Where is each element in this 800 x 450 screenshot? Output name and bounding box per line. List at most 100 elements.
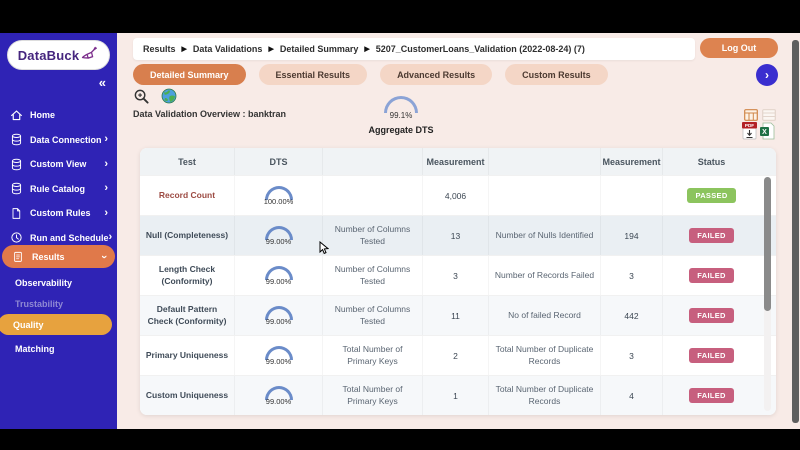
sidebar-subitem-label: Quality bbox=[13, 319, 44, 330]
sidebar-item-custom-rules[interactable]: Custom Rules › bbox=[0, 201, 117, 226]
sidebar-item-results[interactable]: Results › bbox=[2, 245, 115, 268]
dts-gauge: 99.00% bbox=[235, 376, 323, 415]
measurement-2-value: 4 bbox=[601, 376, 663, 415]
globe-icon[interactable] bbox=[161, 88, 177, 109]
table-row-length-check[interactable]: Length Check (Conformity) 99.00% Number … bbox=[140, 255, 776, 295]
clock-icon bbox=[9, 231, 23, 245]
logout-button[interactable]: Log Out bbox=[700, 38, 778, 58]
page-scrollbar-thumb[interactable] bbox=[792, 40, 799, 423]
measurement-2-label: Number of Records Failed bbox=[489, 256, 601, 295]
measurement-2-label: No of failed Record bbox=[489, 296, 601, 335]
sidebar-subitem-matching[interactable]: Matching bbox=[0, 340, 117, 358]
status-badge: FAILED bbox=[689, 308, 734, 323]
svg-text:PDF: PDF bbox=[745, 123, 754, 128]
file-icon bbox=[9, 206, 23, 220]
tab-advanced-results[interactable]: Advanced Results bbox=[380, 64, 493, 85]
database-icon bbox=[9, 157, 23, 171]
pdf-export-icon[interactable]: PDF bbox=[742, 122, 757, 145]
column-header-measurement-1: Measurement bbox=[423, 148, 489, 175]
sidebar-item-label: Data Connection bbox=[30, 134, 102, 145]
svg-text:X: X bbox=[762, 129, 767, 136]
dts-value: 99.00% bbox=[265, 236, 292, 246]
tab-detailed-summary[interactable]: Detailed Summary bbox=[133, 64, 246, 85]
clipboard-icon bbox=[11, 250, 25, 264]
tab-custom-results[interactable]: Custom Results bbox=[505, 64, 608, 85]
table-row-default-pattern-check[interactable]: Default Pattern Check (Conformity) 99.00… bbox=[140, 295, 776, 335]
table-header-row: Test DTS Measurement Measurement Status bbox=[140, 148, 776, 175]
sidebar-subitem-observability[interactable]: Observability bbox=[0, 274, 117, 292]
tab-essential-results[interactable]: Essential Results bbox=[258, 64, 368, 85]
sidebar-item-custom-view[interactable]: Custom View › bbox=[0, 152, 117, 177]
measurement-1-value: 13 bbox=[423, 216, 489, 255]
databuck-app: DataBuck « Home Data Connection › Custom… bbox=[0, 33, 800, 429]
results-table-card: Test DTS Measurement Measurement Status … bbox=[140, 148, 776, 415]
overview-label: Data Validation Overview : banktran bbox=[133, 109, 287, 119]
sidebar-subitem-quality[interactable]: Quality bbox=[0, 314, 112, 335]
table-row-null-completeness[interactable]: Null (Completeness) 99.00% Number of Col… bbox=[140, 215, 776, 255]
dts-value: 99.00% bbox=[265, 396, 292, 406]
sidebar-item-label: Rule Catalog bbox=[30, 183, 86, 194]
test-name: Custom Uniqueness bbox=[140, 376, 235, 415]
measurement-1-value: 4,006 bbox=[423, 176, 489, 215]
table-row-custom-uniqueness[interactable]: Custom Uniqueness 99.00% Total Number of… bbox=[140, 375, 776, 415]
test-name: Default Pattern Check (Conformity) bbox=[140, 296, 235, 335]
sidebar-item-label: Results bbox=[32, 251, 65, 262]
dts-gauge: 99.00% bbox=[235, 256, 323, 295]
status-badge: FAILED bbox=[689, 268, 734, 283]
test-name: Length Check (Conformity) bbox=[140, 256, 235, 295]
table-row-record-count[interactable]: Record Count 100.00% 4,006 PASSED bbox=[140, 175, 776, 215]
database-icon bbox=[9, 182, 23, 196]
breadcrumb-item[interactable]: Results bbox=[143, 44, 176, 54]
measurement-1-value: 3 bbox=[423, 256, 489, 295]
dts-value: 99.00% bbox=[265, 356, 292, 366]
measurement-2-label: Total Number of Duplicate Records bbox=[489, 336, 601, 375]
measurement-1-label bbox=[323, 176, 423, 215]
test-name: Record Count bbox=[140, 176, 235, 215]
test-name: Primary Uniqueness bbox=[140, 336, 235, 375]
page-scrollbar-track[interactable] bbox=[792, 33, 799, 429]
table-scrollbar-thumb[interactable] bbox=[764, 177, 771, 311]
next-page-button[interactable]: › bbox=[756, 64, 778, 86]
dts-gauge: 99.00% bbox=[235, 296, 323, 335]
database-icon bbox=[9, 133, 23, 147]
sidebar-item-label: Custom Rules bbox=[30, 208, 91, 219]
measurement-1-value: 1 bbox=[423, 376, 489, 415]
measurement-2-value: 3 bbox=[601, 256, 663, 295]
status-badge: FAILED bbox=[689, 228, 734, 243]
sidebar-item-label: Run and Schedule bbox=[30, 232, 109, 243]
home-icon bbox=[9, 108, 23, 122]
measurement-1-label: Number of Columns Tested bbox=[323, 216, 423, 255]
sidebar-subitem-label: Trustability bbox=[15, 299, 64, 309]
sidebar-subitem-trustability[interactable]: Trustability bbox=[0, 295, 117, 313]
measurement-2-value: 194 bbox=[601, 216, 663, 255]
breadcrumb-item[interactable]: Detailed Summary bbox=[280, 44, 359, 54]
sidebar-item-rule-catalog[interactable]: Rule Catalog › bbox=[0, 177, 117, 202]
column-header-dts: DTS bbox=[235, 148, 323, 175]
measurement-2-value: 3 bbox=[601, 336, 663, 375]
status-cell: FAILED bbox=[663, 256, 760, 295]
sidebar-subitem-label: Matching bbox=[15, 344, 55, 354]
measurement-2-label: Total Number of Duplicate Records bbox=[489, 376, 601, 415]
measurement-2-label bbox=[489, 176, 601, 215]
table-scrollbar-track[interactable] bbox=[764, 177, 771, 411]
chevron-right-icon: › bbox=[104, 157, 108, 170]
sidebar-item-home[interactable]: Home bbox=[0, 103, 117, 128]
aggregate-gauge-label: Aggregate DTS bbox=[368, 125, 434, 135]
breadcrumb-item[interactable]: Data Validations bbox=[193, 44, 263, 54]
dts-value: 100.00% bbox=[263, 196, 294, 206]
status-badge: FAILED bbox=[689, 348, 734, 363]
sidebar-subitem-label: Observability bbox=[15, 278, 73, 288]
sidebar-collapse-icon[interactable]: « bbox=[99, 75, 106, 90]
status-cell: FAILED bbox=[663, 216, 760, 255]
sidebar-item-data-connection[interactable]: Data Connection › bbox=[0, 128, 117, 153]
table-row-primary-uniqueness[interactable]: Primary Uniqueness 99.00% Total Number o… bbox=[140, 335, 776, 375]
sidebar-menu: Home Data Connection › Custom View › Rul… bbox=[0, 103, 117, 250]
column-header-blank bbox=[323, 148, 423, 175]
dts-gauge: 99.00% bbox=[235, 216, 323, 255]
breadcrumb-item[interactable]: 5207_CustomerLoans_Validation (2022-08-2… bbox=[376, 44, 585, 54]
breadcrumb: Results ▶ Data Validations ▶ Detailed Su… bbox=[133, 38, 695, 60]
excel-export-icon[interactable]: X bbox=[760, 122, 775, 145]
breadcrumb-separator-icon: ▶ bbox=[364, 46, 370, 53]
zoom-search-icon[interactable] bbox=[133, 88, 150, 110]
dts-value: 99.00% bbox=[265, 276, 292, 286]
